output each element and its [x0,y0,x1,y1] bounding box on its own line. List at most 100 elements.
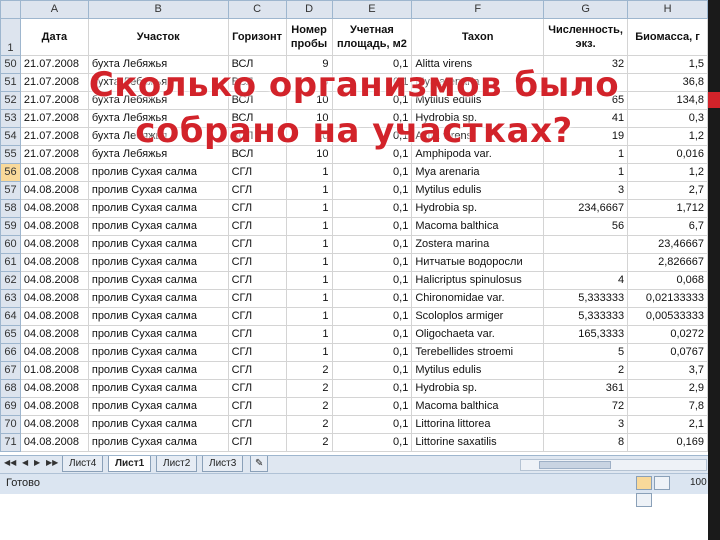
cell-area[interactable]: 0,1 [331,235,413,254]
cell-area[interactable]: 0,1 [331,217,413,236]
cell-area[interactable]: 0,1 [331,433,413,452]
row-number[interactable]: 56 [0,163,21,182]
cell-site[interactable]: пролив Сухая салма [87,343,229,362]
cell-area[interactable]: 0,1 [331,289,413,308]
cell-site[interactable]: пролив Сухая салма [87,235,229,254]
header-site[interactable]: Участок [87,18,229,56]
cell-horizon[interactable]: СГЛ [227,271,287,290]
cell-horizon[interactable]: СГЛ [227,307,287,326]
cell-taxon[interactable]: Mytilus edulis [411,181,545,200]
cell-area[interactable]: 0,1 [331,181,413,200]
cell-biomass[interactable]: 2,1 [627,415,708,434]
header-count[interactable]: Численность, экз. [543,18,629,56]
page-break-icon[interactable] [636,493,652,507]
cell-count[interactable]: 361 [543,379,629,398]
row-number[interactable]: 63 [0,289,21,308]
cell-area[interactable]: 0,1 [331,361,413,380]
cell-date[interactable]: 04.08.2008 [19,415,89,434]
cell-probe[interactable]: 1 [285,253,333,272]
tab-list1[interactable]: Лист1 [108,456,152,472]
cell-date[interactable]: 04.08.2008 [19,289,89,308]
normal-view-icon[interactable] [636,476,652,490]
cell-area[interactable]: 0,1 [331,397,413,416]
cell-probe[interactable]: 2 [285,433,333,452]
cell-probe[interactable]: 1 [285,217,333,236]
column-header-a[interactable]: A [19,0,89,19]
header-taxon[interactable]: Taxon [411,18,545,56]
row-number[interactable]: 71 [0,433,21,452]
cell-count[interactable]: 3 [543,415,629,434]
cell-biomass[interactable]: 7,8 [627,397,708,416]
cell-probe[interactable]: 2 [285,361,333,380]
row-number[interactable]: 59 [0,217,21,236]
zoom-level[interactable]: 100 [690,477,707,488]
cell-date[interactable]: 01.08.2008 [19,163,89,182]
scrollbar-thumb[interactable] [539,461,611,469]
cell-site[interactable]: пролив Сухая салма [87,307,229,326]
cell-taxon[interactable]: Macoma balthica [411,217,545,236]
cell-area[interactable]: 0,1 [331,199,413,218]
cell-probe[interactable]: 2 [285,397,333,416]
cell-taxon[interactable]: Hydrobia sp. [411,379,545,398]
last-sheet-icon[interactable]: ▶▶ [46,458,58,467]
row-number[interactable]: 67 [0,361,21,380]
prev-sheet-icon[interactable]: ◀ [22,458,28,467]
cell-date[interactable]: 04.08.2008 [19,181,89,200]
cell-site[interactable]: пролив Сухая салма [87,289,229,308]
column-header-g[interactable]: G [543,0,629,19]
tab-list3[interactable]: Лист3 [202,456,244,472]
cell-site[interactable]: пролив Сухая салма [87,199,229,218]
cell-date[interactable]: 04.08.2008 [19,253,89,272]
header-biomass[interactable]: Биомасса, г [627,18,708,56]
cell-site[interactable]: пролив Сухая салма [87,433,229,452]
insert-sheet-icon[interactable]: ✎ [250,456,269,472]
cell-biomass[interactable]: 0,0272 [627,325,708,344]
cell-taxon[interactable]: Zostera marina [411,235,545,254]
cell-taxon[interactable]: Scoloplos armiger [411,307,545,326]
cell-date[interactable]: 04.08.2008 [19,235,89,254]
cell-site[interactable]: пролив Сухая салма [87,379,229,398]
cell-taxon[interactable]: Mytilus edulis [411,361,545,380]
cell-area[interactable]: 0,1 [331,343,413,362]
column-header-e[interactable]: E [331,0,413,19]
cell-horizon[interactable]: СГЛ [227,235,287,254]
cell-count[interactable]: 165,3333 [543,325,629,344]
cell-biomass[interactable]: 2,826667 [627,253,708,272]
cell-count[interactable]: 5 [543,343,629,362]
cell-date[interactable]: 01.08.2008 [19,361,89,380]
cell-taxon[interactable]: Halicriptus spinulosus [411,271,545,290]
first-sheet-icon[interactable]: ◀◀ [4,458,16,467]
cell-horizon[interactable]: СГЛ [227,379,287,398]
horizontal-scrollbar[interactable] [520,459,707,471]
cell-taxon[interactable]: Littorina littorea [411,415,545,434]
cell-biomass[interactable]: 3,7 [627,361,708,380]
header-area[interactable]: Учетная площадь, м2 [331,18,413,56]
column-header-h[interactable]: H [627,0,708,19]
cell-date[interactable]: 04.08.2008 [19,325,89,344]
cell-date[interactable]: 04.08.2008 [19,217,89,236]
row-number[interactable]: 58 [0,199,21,218]
select-all-corner[interactable] [0,0,21,19]
cell-area[interactable]: 0,1 [331,163,413,182]
cell-area[interactable]: 0,1 [331,271,413,290]
row-number[interactable]: 66 [0,343,21,362]
cell-horizon[interactable]: СГЛ [227,217,287,236]
row-number[interactable]: 60 [0,235,21,254]
cell-count[interactable]: 234,6667 [543,199,629,218]
cell-probe[interactable]: 1 [285,199,333,218]
next-sheet-icon[interactable]: ▶ [34,458,40,467]
cell-site[interactable]: пролив Сухая салма [87,361,229,380]
cell-probe[interactable]: 1 [285,163,333,182]
cell-probe[interactable]: 1 [285,289,333,308]
cell-biomass[interactable]: 2,7 [627,181,708,200]
cell-count[interactable]: 1 [543,163,629,182]
cell-probe[interactable]: 1 [285,271,333,290]
cell-biomass[interactable]: 0,02133333 [627,289,708,308]
cell-taxon[interactable]: Нитчатые водоросли [411,253,545,272]
cell-site[interactable]: пролив Сухая салма [87,181,229,200]
cell-probe[interactable]: 2 [285,379,333,398]
cell-taxon[interactable]: Littorine saxatilis [411,433,545,452]
cell-area[interactable]: 0,1 [331,307,413,326]
cell-biomass[interactable]: 0,00533333 [627,307,708,326]
column-header-c[interactable]: C [227,0,287,19]
